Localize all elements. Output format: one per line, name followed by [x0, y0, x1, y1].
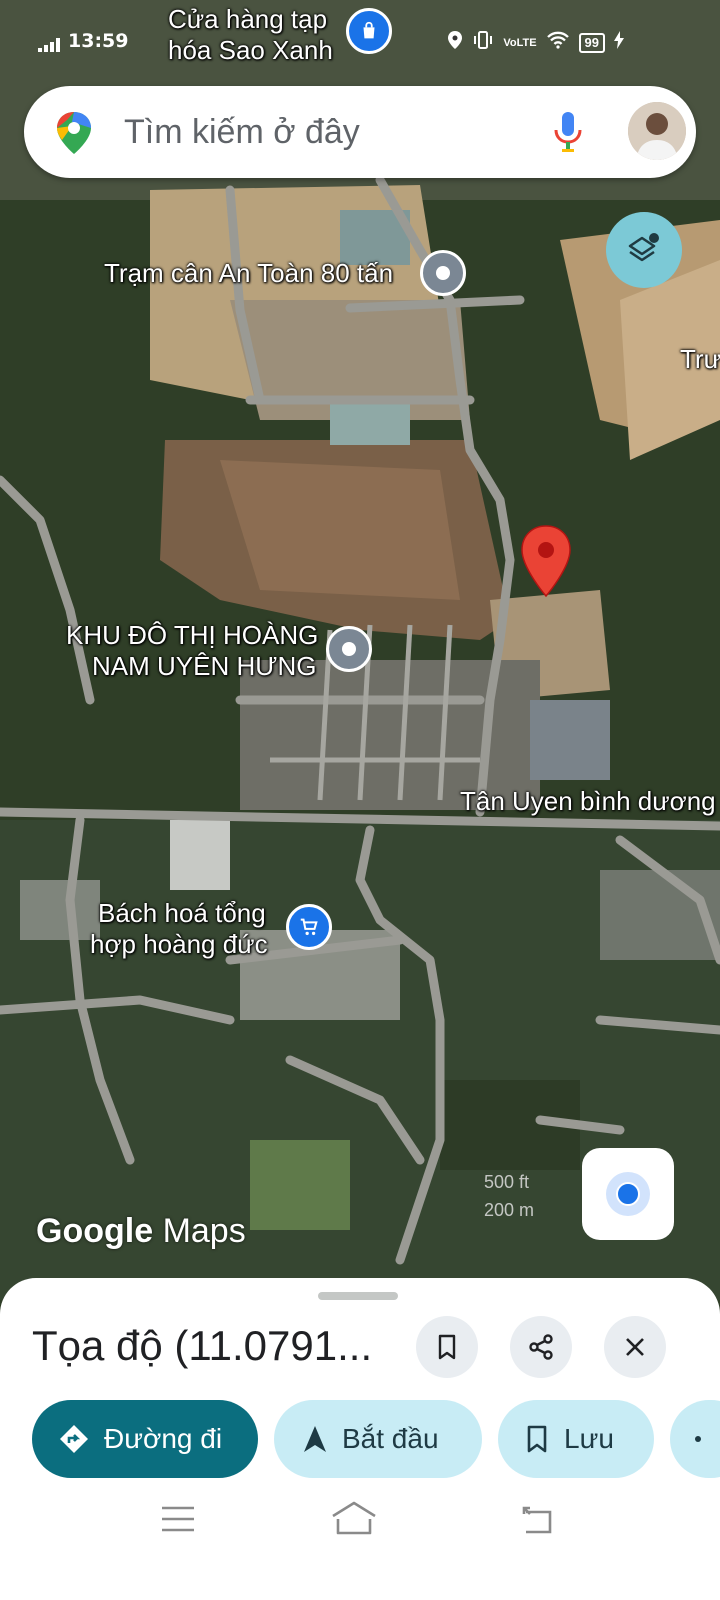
shopping-cart-icon[interactable]	[286, 904, 332, 950]
scale-station-label[interactable]: Trạm cân An Toàn 80 tấn	[104, 258, 393, 289]
vibrate-icon	[472, 30, 494, 56]
place-marker-icon[interactable]	[326, 626, 372, 672]
close-icon	[626, 1338, 644, 1356]
urban-area-label[interactable]: KHU ĐÔ THỊ HOÀNG NAM UYÊN HƯNG	[66, 620, 318, 682]
my-location-button[interactable]	[582, 1148, 674, 1240]
map-view[interactable]: Cửa hàng tạp hóa Sao Xanh Trạm cân An To…	[0, 0, 720, 1330]
microphone-icon[interactable]	[552, 110, 584, 159]
wifi-icon	[546, 31, 570, 55]
battery-level: 99	[578, 33, 605, 53]
edge-label[interactable]: Trư	[680, 344, 720, 375]
drag-handle[interactable]	[318, 1292, 398, 1300]
location-icon	[447, 30, 463, 56]
place-sheet[interactable]: Tọa độ (11.0791... Đường đi Bắt đầu Lưu	[0, 1278, 720, 1600]
layers-icon	[624, 228, 664, 273]
status-time: 13:59	[68, 30, 129, 52]
save-button[interactable]: Lưu	[498, 1400, 654, 1478]
layers-button[interactable]	[606, 212, 682, 288]
my-location-icon	[606, 1172, 650, 1216]
save-icon-button[interactable]	[416, 1316, 478, 1378]
grocery-label[interactable]: Bách hoá tổng hợp hoàng đức	[90, 898, 268, 960]
place-marker-icon[interactable]	[420, 250, 466, 296]
share-icon	[695, 1436, 701, 1442]
recent-apps-icon[interactable]	[160, 1504, 196, 1539]
close-button[interactable]	[604, 1316, 666, 1378]
signal-icon	[38, 36, 62, 58]
directions-label: Đường đi	[104, 1423, 223, 1454]
google-maps-watermark: Google Maps	[36, 1212, 246, 1250]
volte-label: VoLTE	[503, 36, 537, 49]
charging-icon	[614, 31, 624, 55]
directions-icon	[60, 1425, 88, 1453]
directions-button[interactable]: Đường đi	[32, 1400, 258, 1478]
more-actions-chip[interactable]	[670, 1400, 720, 1478]
start-button[interactable]: Bắt đầu	[274, 1400, 482, 1478]
account-avatar[interactable]	[628, 102, 686, 160]
start-label: Bắt đầu	[342, 1423, 439, 1454]
place-title: Tọa độ (11.0791...	[32, 1322, 373, 1369]
search-input[interactable]: Tìm kiếm ở đây	[124, 113, 360, 152]
back-icon[interactable]	[520, 1504, 556, 1541]
road-label[interactable]: Tân Uyen bình dương	[460, 786, 716, 817]
dropped-pin-icon[interactable]	[520, 524, 572, 603]
bookmark-icon	[527, 1425, 547, 1453]
status-bar: 13:59 VoLTE 99	[38, 26, 624, 60]
bookmark-icon	[438, 1334, 456, 1360]
share-button[interactable]	[510, 1316, 572, 1378]
share-icon	[529, 1334, 553, 1360]
search-bar[interactable]: Tìm kiếm ở đây	[24, 86, 696, 178]
home-icon[interactable]	[330, 1500, 378, 1541]
map-scale: 500 ft 200 m	[484, 1172, 535, 1220]
save-label: Lưu	[564, 1423, 614, 1454]
navigation-arrow-icon	[304, 1426, 326, 1452]
google-maps-logo-icon	[54, 110, 94, 161]
